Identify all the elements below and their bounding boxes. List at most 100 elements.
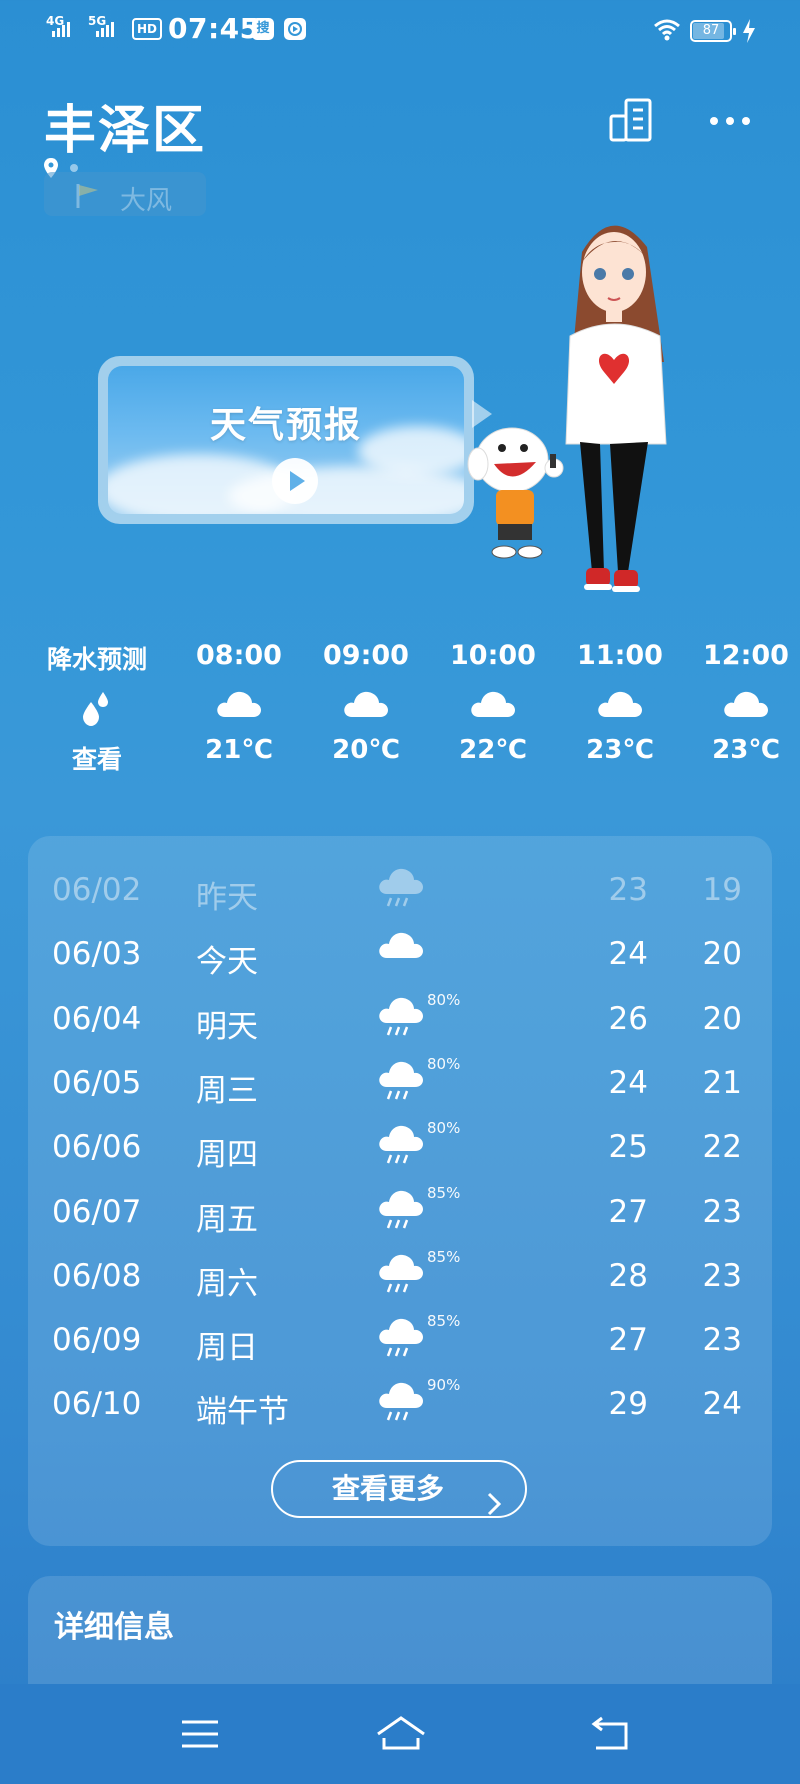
day-name: 昨天 xyxy=(196,880,258,916)
precip-probability: 85% xyxy=(427,1312,461,1331)
day-date: 06/05 xyxy=(52,1064,142,1101)
video-app-icon xyxy=(284,18,306,40)
precip-label: 降水预测 xyxy=(46,645,147,674)
day-date: 06/07 xyxy=(52,1193,142,1230)
page-indicator-dot xyxy=(70,164,78,172)
high-temp: 25 xyxy=(608,1129,648,1166)
hourly-forecast: 降水预测 查看 08:00 21℃ 09:00 20℃ 10:00 22℃ 11… xyxy=(0,640,800,790)
precip-probability: 80% xyxy=(427,1054,461,1073)
low-temp: 19 xyxy=(702,872,742,908)
rain-icon xyxy=(376,1250,426,1300)
alert-flag-icon xyxy=(74,182,102,212)
high-temp: 29 xyxy=(608,1386,648,1423)
forecast-video-thumbnail: 天气预报 xyxy=(108,366,464,514)
battery-level: 87 xyxy=(702,23,720,38)
day-name: 周六 xyxy=(196,1265,258,1302)
day-date: 06/04 xyxy=(52,1000,142,1037)
back-icon[interactable] xyxy=(586,1712,636,1756)
precipitation-forecast[interactable]: 降水预测 查看 xyxy=(37,640,157,776)
city-title[interactable]: 丰泽区 xyxy=(44,88,206,163)
hour-time: 08:00 xyxy=(196,640,282,671)
cloudy-icon xyxy=(433,671,553,735)
view-more-button[interactable]: 查看更多 xyxy=(271,1460,527,1518)
day-name: 端午节 xyxy=(196,1394,289,1431)
hour-time: 11:00 xyxy=(577,640,663,671)
cloudy-icon xyxy=(179,671,299,735)
daily-row[interactable]: 06/10 端午节 90% 29 24 xyxy=(28,1372,772,1436)
hour-temp: 23℃ xyxy=(712,735,780,765)
wifi-icon xyxy=(652,18,682,46)
daily-row[interactable]: 06/05 周三 80% 24 21 xyxy=(28,1051,772,1115)
weather-forecast-video-card[interactable]: 天气预报 xyxy=(98,356,492,524)
daily-row[interactable]: 06/03 今天 24 20 xyxy=(28,922,772,986)
high-temp: 27 xyxy=(608,1322,648,1359)
high-temp: 28 xyxy=(608,1257,648,1294)
menu-icon[interactable] xyxy=(176,1712,226,1756)
cloudy-icon xyxy=(686,671,800,735)
rain-icon xyxy=(376,1314,426,1364)
high-temp: 24 xyxy=(608,936,648,973)
search-app-icon: 搜 xyxy=(252,18,274,40)
alert-text: 大风 xyxy=(120,186,173,216)
cloudy-icon xyxy=(376,928,426,978)
view-more-label: 查看更多 xyxy=(331,1472,444,1505)
status-clock: 07:45 xyxy=(168,12,260,45)
system-nav-bar xyxy=(0,1684,800,1784)
hour-item: 11:00 23℃ xyxy=(560,640,680,765)
day-name: 周日 xyxy=(196,1330,258,1367)
low-temp: 23 xyxy=(702,1193,742,1230)
hour-item: 09:00 20℃ xyxy=(306,640,426,765)
day-date: 06/09 xyxy=(52,1322,142,1359)
more-dots-icon[interactable] xyxy=(708,112,752,131)
forecast-video-title: 天气预报 xyxy=(209,405,362,446)
battery-indicator: 87 xyxy=(690,20,736,42)
day-date: 06/03 xyxy=(52,936,142,973)
detail-info-card[interactable]: 详细信息 xyxy=(28,1576,772,1686)
hour-item: 08:00 21℃ xyxy=(179,640,299,765)
rain-icon xyxy=(376,1378,426,1428)
precip-probability: 80% xyxy=(427,1119,461,1138)
rain-icon xyxy=(376,1057,426,1107)
day-name: 周四 xyxy=(196,1137,258,1174)
daily-row[interactable]: 06/07 周五 85% 27 23 xyxy=(28,1180,772,1244)
rain-icon xyxy=(376,993,426,1043)
precip-view-link[interactable]: 查看 xyxy=(37,740,157,776)
low-temp: 24 xyxy=(702,1386,742,1423)
rain-icon xyxy=(376,1186,426,1236)
signal-icon xyxy=(52,22,70,37)
cloudy-icon xyxy=(560,671,680,735)
day-date: 06/02 xyxy=(52,872,142,908)
rain-icon xyxy=(376,864,426,914)
day-date: 06/06 xyxy=(52,1129,142,1166)
daily-row[interactable]: 06/09 周日 85% 27 23 xyxy=(28,1308,772,1372)
weather-alert-badge[interactable]: 大风 xyxy=(44,172,206,216)
high-temp: 23 xyxy=(608,872,648,908)
day-name: 明天 xyxy=(196,1008,258,1045)
status-bar: 4G 5G HD 07:45 搜 87 xyxy=(0,0,800,62)
home-icon[interactable] xyxy=(374,1712,425,1756)
cloudy-icon xyxy=(306,671,426,735)
signal-icon xyxy=(96,22,114,37)
low-temp: 23 xyxy=(702,1322,742,1359)
daily-row[interactable]: 06/08 周六 85% 28 23 xyxy=(28,1244,772,1308)
hour-temp: 20℃ xyxy=(332,735,400,765)
play-icon[interactable] xyxy=(272,458,318,504)
daily-row[interactable]: 06/02 昨天 23 19 xyxy=(28,858,772,922)
daily-row[interactable]: 06/04 明天 80% 26 20 xyxy=(28,987,772,1051)
day-name: 周三 xyxy=(196,1072,258,1109)
low-temp: 21 xyxy=(702,1064,742,1101)
charging-icon xyxy=(742,19,756,47)
low-temp: 23 xyxy=(702,1257,742,1294)
precip-probability: 85% xyxy=(427,1247,461,1266)
city-building-icon[interactable] xyxy=(608,98,654,146)
daily-forecast-card: 06/02 昨天 23 19 06/03 今天 24 20 06/04 明天 80% 26 20 06/0… xyxy=(28,836,772,1546)
hd-voice-icon: HD xyxy=(132,18,162,40)
hour-time: 09:00 xyxy=(323,640,409,671)
hour-time: 10:00 xyxy=(450,640,536,671)
low-temp: 20 xyxy=(702,936,742,973)
high-temp: 27 xyxy=(608,1193,648,1230)
daily-row[interactable]: 06/06 周四 80% 25 22 xyxy=(28,1115,772,1179)
hour-temp: 21℃ xyxy=(205,735,273,765)
low-temp: 20 xyxy=(702,1000,742,1037)
precip-probability: 90% xyxy=(427,1376,461,1395)
